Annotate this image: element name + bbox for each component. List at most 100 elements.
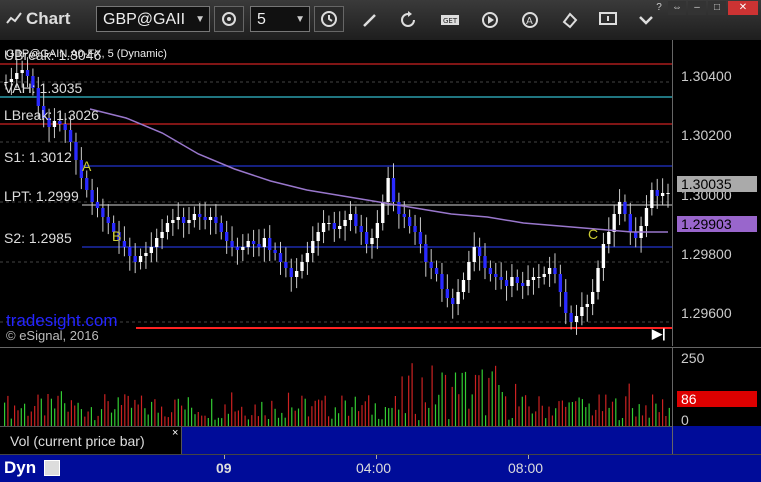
- volume-bar: [451, 386, 453, 426]
- candle-body: [483, 256, 487, 268]
- candle-body: [90, 190, 94, 202]
- volume-bar: [304, 398, 306, 426]
- candle-body: [467, 262, 471, 280]
- price-axis-label: 1.29600: [681, 305, 732, 321]
- candle-body: [424, 244, 428, 262]
- maximize-button[interactable]: □: [708, 1, 726, 15]
- clock-button[interactable]: [314, 6, 344, 32]
- eraser-icon[interactable]: [560, 10, 580, 30]
- candle-body: [418, 232, 423, 244]
- volume-bar: [344, 400, 346, 426]
- volume-bar: [254, 404, 256, 426]
- candle-body: [569, 313, 573, 322]
- volume-bar: [591, 415, 593, 426]
- candle-body: [305, 253, 310, 262]
- candle-body: [434, 268, 439, 274]
- close-button[interactable]: ✕: [728, 1, 758, 15]
- volume-bar: [611, 401, 614, 426]
- volume-bar: [555, 408, 557, 426]
- volume-bar: [645, 405, 647, 426]
- volume-bar: [635, 416, 637, 426]
- volume-bar: [87, 411, 89, 426]
- volume-bar: [261, 401, 263, 426]
- volume-bar: [628, 383, 630, 426]
- candle-body: [381, 202, 385, 223]
- volume-bar: [401, 376, 403, 426]
- candle-body: [192, 214, 197, 220]
- time-mode-icon[interactable]: [44, 460, 60, 476]
- volume-bar: [177, 398, 179, 426]
- candle-body: [515, 277, 519, 283]
- volume-bar: [491, 371, 493, 426]
- candle-body: [607, 232, 611, 244]
- settings-button[interactable]: [214, 6, 244, 32]
- volume-chart[interactable]: [0, 347, 672, 426]
- candle-body: [122, 241, 127, 247]
- volume-bar: [80, 409, 82, 426]
- time-axis[interactable]: Dyn 09 04:00 08:00: [0, 454, 761, 482]
- volume-bar: [338, 413, 340, 426]
- chart-title: Chart: [6, 9, 70, 29]
- volume-bar: [117, 397, 119, 426]
- candle-body: [332, 223, 336, 229]
- volume-bar: [124, 394, 126, 426]
- candle-body: [407, 217, 412, 226]
- candle-body: [499, 277, 503, 280]
- volume-bar: [485, 415, 487, 426]
- candle-body: [63, 124, 67, 130]
- volume-bar: [625, 396, 627, 426]
- refresh-icon[interactable]: [398, 10, 418, 30]
- volume-bar: [371, 414, 373, 426]
- candle-body: [628, 214, 632, 232]
- candle-body: [106, 217, 110, 223]
- volume-bar: [615, 398, 617, 426]
- candle-body: [644, 208, 649, 226]
- volume-bar: [458, 394, 460, 426]
- get-icon[interactable]: GET: [440, 10, 460, 30]
- moving-average-line: [89, 108, 668, 233]
- help-icon[interactable]: ?: [652, 1, 666, 15]
- symbol-dropdown-icon[interactable]: ▼: [195, 7, 205, 33]
- close-study-icon[interactable]: ×: [172, 427, 178, 439]
- symbol-input[interactable]: GBP@GAII ▼: [96, 6, 210, 32]
- candle-body: [257, 244, 261, 247]
- volume-bar: [207, 418, 209, 426]
- candle-body: [138, 256, 143, 262]
- minimize-button[interactable]: –: [688, 1, 706, 15]
- volume-axis[interactable]: 250 86 0: [672, 347, 761, 428]
- volume-bar: [361, 405, 363, 426]
- volume-bar: [184, 409, 186, 426]
- play-icon[interactable]: [480, 10, 500, 30]
- price-axis[interactable]: 1.30400 1.30200 1.30000 1.29800 1.29600 …: [672, 40, 761, 346]
- volume-bar: [100, 409, 103, 426]
- dynamic-mode-label[interactable]: Dyn: [4, 458, 36, 478]
- candle-body: [187, 220, 191, 223]
- candle-body: [580, 307, 584, 316]
- volume-bar: [231, 392, 233, 426]
- link-window-button[interactable]: ⇔: [668, 1, 686, 15]
- interval-dropdown-icon[interactable]: ▼: [295, 7, 305, 33]
- comment-icon[interactable]: [598, 10, 618, 30]
- volume-bar: [134, 399, 136, 426]
- volume-bar: [234, 411, 236, 426]
- volume-bar: [191, 407, 193, 426]
- volume-legend-tab[interactable]: Vol (current price bar): [0, 427, 182, 455]
- alert-icon[interactable]: A: [520, 10, 540, 30]
- volume-bar: [414, 413, 416, 426]
- marker-b: B: [112, 228, 122, 244]
- volume-bar: [27, 415, 29, 426]
- volume-bar: [648, 417, 650, 426]
- volume-bar: [652, 394, 654, 426]
- interval-input[interactable]: 5 ▼: [250, 6, 310, 32]
- level-label: UBreak: 1.3046: [4, 47, 102, 63]
- volume-bar: [50, 398, 52, 426]
- scroll-to-end-icon[interactable]: ▶|: [652, 326, 666, 342]
- volume-bar: [488, 377, 490, 426]
- pencil-icon[interactable]: [360, 10, 380, 30]
- candle-body: [284, 262, 288, 268]
- volume-bar: [498, 385, 500, 426]
- candle-body: [660, 193, 665, 196]
- price-chart[interactable]: GBP@GAIN.A0-FX, 5 (Dynamic) UBreak: 1.30…: [0, 40, 672, 346]
- volume-bar: [60, 391, 62, 426]
- volume-bar: [24, 403, 26, 426]
